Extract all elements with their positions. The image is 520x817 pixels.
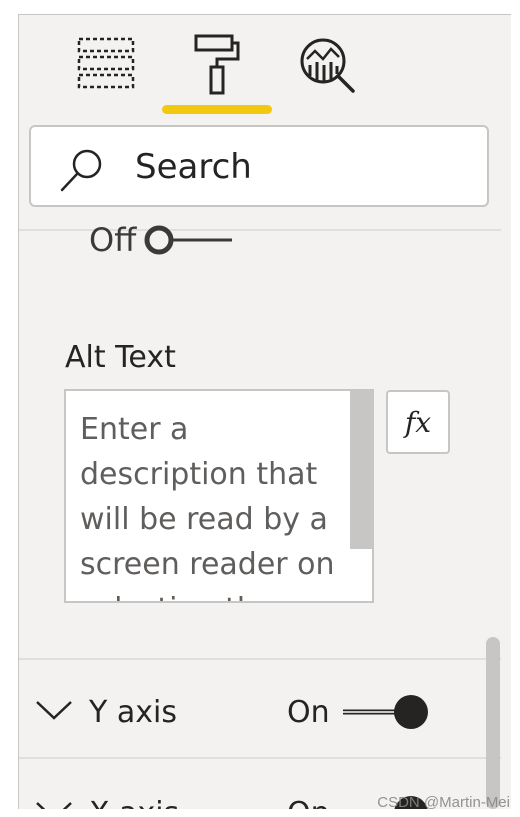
section-divider (19, 658, 501, 660)
textarea-scrollbar[interactable] (350, 391, 372, 549)
tab-format[interactable] (185, 33, 249, 97)
analytics-icon (300, 38, 355, 93)
chevron-down-icon[interactable] (35, 699, 73, 725)
fields-icon (77, 37, 135, 89)
toggle-state-label: On (287, 796, 330, 810)
card-title: X axis (89, 796, 179, 810)
tab-analytics[interactable] (295, 33, 359, 97)
alt-text-input[interactable]: Enter a description that will be read by… (64, 389, 374, 603)
search-input[interactable] (135, 145, 475, 189)
card-y-axis[interactable]: Y axis On (19, 682, 479, 742)
off-toggle[interactable] (144, 223, 234, 257)
format-pane: Off Alt Text Enter a description that wi… (18, 14, 511, 809)
card-title: Y axis (89, 694, 177, 730)
alt-text-label: Alt Text (65, 340, 176, 375)
watermark: CSDN @Martin-Mei (377, 794, 510, 811)
fx-button[interactable]: fx (386, 390, 450, 454)
search-icon (59, 147, 105, 197)
toggle-state-label: Off (89, 221, 137, 259)
active-tab-indicator (162, 105, 272, 114)
toggle-state-label: On (287, 694, 330, 730)
section-divider (19, 757, 501, 759)
paint-roller-icon (194, 34, 240, 95)
alt-text-placeholder: Enter a description that will be read by… (80, 412, 335, 601)
y-axis-toggle[interactable] (341, 692, 433, 732)
search-box[interactable] (29, 125, 489, 207)
chevron-down-icon[interactable] (35, 800, 73, 809)
tab-fields[interactable] (75, 33, 139, 97)
panel-scrollbar[interactable] (486, 637, 500, 809)
accessibility-toggle-row: Off (89, 220, 234, 260)
